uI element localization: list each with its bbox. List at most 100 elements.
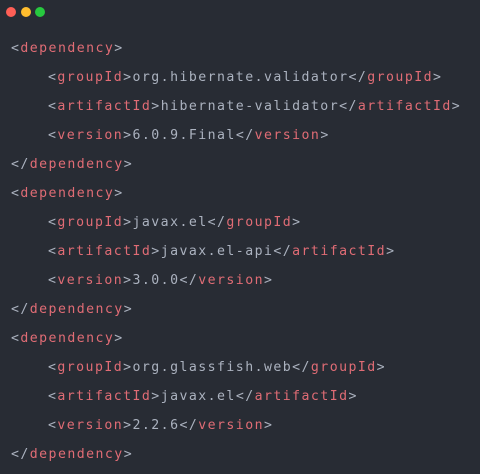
- closing-tag-open-bracket: </: [235, 128, 255, 143]
- closing-tag-name: groupId: [310, 360, 377, 375]
- element-value: org.hibernate.validator: [132, 70, 349, 85]
- closing-tag-open-bracket: </: [339, 99, 358, 114]
- tag-open-bracket: <: [48, 244, 58, 259]
- element-value: javax.el-api: [160, 244, 274, 259]
- closing-tag-name: version: [198, 418, 264, 433]
- tag-name: version: [57, 418, 124, 433]
- tag-open-bracket: </: [11, 157, 30, 172]
- tag-name: dependency: [29, 302, 124, 317]
- tag-name: version: [57, 128, 124, 143]
- closing-tag-open-bracket: </: [179, 273, 199, 288]
- code-line: <dependency>: [11, 184, 461, 213]
- tag-open-bracket: <: [48, 360, 58, 375]
- closing-tag-close-bracket: >: [376, 360, 387, 375]
- closing-tag-open-bracket: </: [207, 215, 227, 230]
- close-window-icon[interactable]: [6, 7, 16, 17]
- closing-tag-name: artifactId: [292, 244, 387, 259]
- tag-open-bracket: </: [11, 447, 30, 462]
- element-value: 2.2.6: [132, 418, 180, 433]
- tag-name: dependency: [20, 331, 115, 346]
- code-line: <groupId>org.hibernate.validator</groupI…: [11, 68, 461, 97]
- closing-tag-open-bracket: </: [235, 389, 255, 404]
- tag-close-bracket: >: [123, 128, 133, 143]
- tag-close-bracket: >: [123, 447, 134, 462]
- code-line: </dependency>: [11, 155, 461, 184]
- tag-close-bracket: >: [123, 157, 134, 172]
- code-line: <artifactId>hibernate-validator</artifac…: [11, 97, 461, 126]
- tag-name: artifactId: [57, 389, 152, 404]
- tag-close-bracket: >: [151, 244, 161, 259]
- closing-tag-name: groupId: [367, 70, 433, 85]
- tag-close-bracket: >: [123, 215, 133, 230]
- code-line: <dependency>: [11, 39, 461, 68]
- tag-open-bracket: <: [48, 389, 58, 404]
- tag-name: dependency: [20, 186, 115, 201]
- tag-name: dependency: [29, 447, 124, 462]
- code-line: <dependency>: [11, 329, 461, 358]
- closing-tag-close-bracket: >: [263, 273, 274, 288]
- element-value: hibernate-validator: [160, 99, 340, 114]
- closing-tag-name: version: [198, 273, 264, 288]
- tag-close-bracket: >: [123, 273, 133, 288]
- closing-tag-name: version: [254, 128, 321, 143]
- tag-close-bracket: >: [123, 70, 133, 85]
- element-value: 3.0.0: [132, 273, 180, 288]
- tag-close-bracket: >: [123, 418, 133, 433]
- tag-close-bracket: >: [151, 389, 161, 404]
- maximize-window-icon[interactable]: [35, 7, 45, 17]
- closing-tag-close-bracket: >: [386, 244, 396, 259]
- code-line: </dependency>: [11, 300, 461, 329]
- code-line: <version>2.2.6</version>: [11, 416, 461, 445]
- tag-name: groupId: [57, 360, 124, 375]
- tag-open-bracket: <: [48, 99, 58, 114]
- tag-name: groupId: [57, 215, 124, 230]
- code-line: </dependency>: [11, 445, 461, 474]
- window-titlebar: [0, 0, 480, 24]
- code-line: <artifactId>javax.el-api</artifactId>: [11, 242, 461, 271]
- tag-name: groupId: [57, 70, 124, 85]
- closing-tag-close-bracket: >: [433, 70, 443, 85]
- tag-open-bracket: <: [48, 418, 58, 433]
- tag-close-bracket: >: [123, 360, 133, 375]
- closing-tag-open-bracket: </: [292, 360, 311, 375]
- element-value: javax.el: [132, 215, 208, 230]
- closing-tag-close-bracket: >: [263, 418, 274, 433]
- tag-close-bracket: >: [114, 186, 124, 201]
- closing-tag-open-bracket: </: [179, 418, 199, 433]
- tag-close-bracket: >: [151, 99, 161, 114]
- closing-tag-name: artifactId: [357, 99, 452, 114]
- closing-tag-open-bracket: </: [348, 70, 368, 85]
- tag-open-bracket: <: [48, 215, 58, 230]
- tag-open-bracket: <: [48, 70, 58, 85]
- code-line: <groupId>org.glassfish.web</groupId>: [11, 358, 461, 387]
- element-value: 6.0.9.Final: [132, 128, 236, 143]
- tag-name: dependency: [29, 157, 124, 172]
- closing-tag-close-bracket: >: [292, 215, 302, 230]
- tag-name: version: [57, 273, 124, 288]
- tag-name: artifactId: [57, 99, 152, 114]
- code-window: <dependency> <groupId>org.hibernate.valid…: [0, 0, 480, 473]
- closing-tag-name: artifactId: [254, 389, 349, 404]
- code-line: <groupId>javax.el</groupId>: [11, 213, 461, 242]
- tag-name: dependency: [20, 41, 115, 56]
- element-value: org.glassfish.web: [132, 360, 293, 375]
- tag-name: artifactId: [57, 244, 152, 259]
- tag-open-bracket: <: [48, 273, 58, 288]
- closing-tag-open-bracket: </: [273, 244, 293, 259]
- tag-open-bracket: <: [48, 128, 58, 143]
- minimize-window-icon[interactable]: [21, 7, 31, 17]
- code-line: <version>6.0.9.Final</version>: [11, 126, 461, 155]
- tag-open-bracket: </: [11, 302, 30, 317]
- tag-close-bracket: >: [114, 331, 124, 346]
- code-block: <dependency> <groupId>org.hibernate.valid…: [11, 39, 461, 474]
- closing-tag-close-bracket: >: [451, 99, 462, 114]
- tag-close-bracket: >: [114, 41, 124, 56]
- closing-tag-close-bracket: >: [320, 128, 330, 143]
- tag-open-bracket: <: [11, 331, 21, 346]
- closing-tag-close-bracket: >: [348, 389, 358, 404]
- tag-close-bracket: >: [123, 302, 134, 317]
- code-line: <version>3.0.0</version>: [11, 271, 461, 300]
- element-value: javax.el: [160, 389, 236, 404]
- closing-tag-name: groupId: [226, 215, 293, 230]
- tag-open-bracket: <: [11, 186, 21, 201]
